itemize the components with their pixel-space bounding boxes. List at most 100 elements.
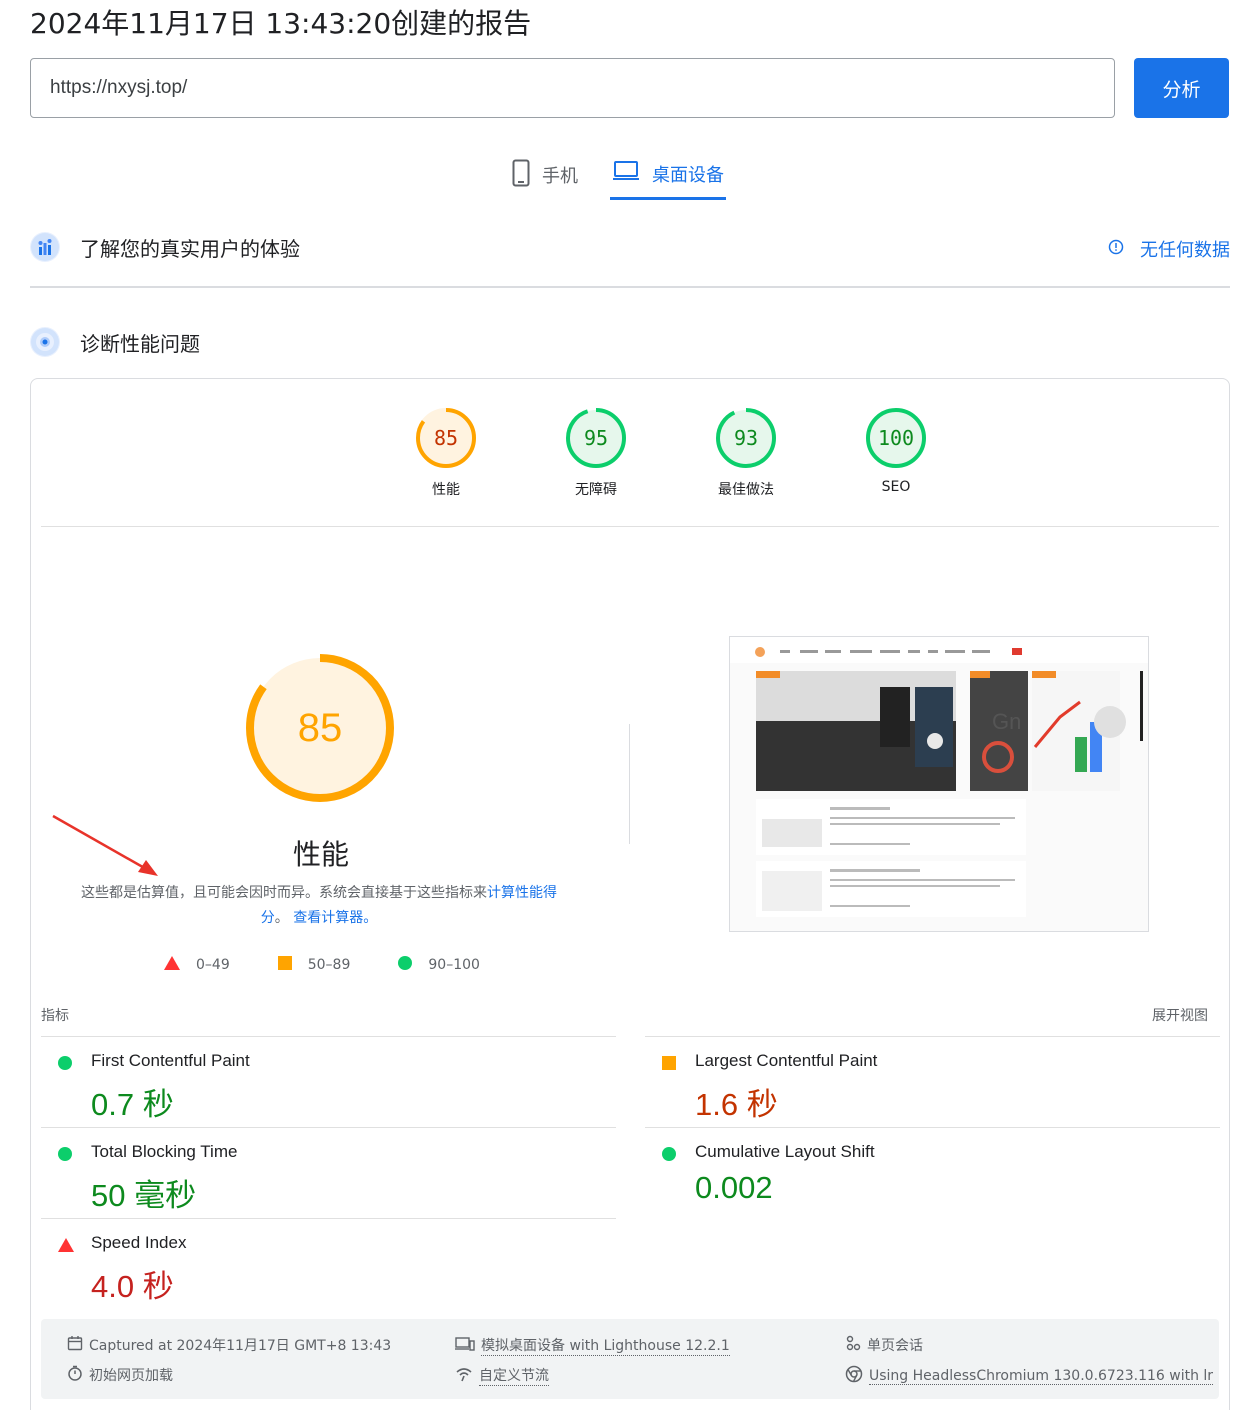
score-legend: 0–49 50–89 90–100 — [164, 956, 480, 974]
svg-text:Gn: Gn — [992, 709, 1021, 734]
no-data-label: 无任何数据 — [1140, 240, 1230, 261]
performance-big-score: 85 — [298, 706, 343, 750]
performance-title: 性能 — [292, 838, 349, 871]
pass-circle-icon — [58, 1146, 72, 1165]
single-session: 单页会话 — [845, 1335, 923, 1355]
session-icon — [845, 1335, 861, 1355]
circle-icon — [398, 956, 413, 974]
gauge-performance-label: 性能 — [432, 482, 460, 498]
fail-triangle-icon — [58, 1237, 74, 1256]
pass-circle-icon — [58, 1055, 72, 1074]
gauge-performance-score: 85 — [434, 426, 458, 450]
gauge-performance[interactable]: 85 性能 — [371, 407, 521, 499]
tab-mobile[interactable]: 手机 — [510, 150, 580, 200]
gauge-best-practices-label: 最佳做法 — [718, 482, 774, 498]
page-screenshot-image: Gn — [730, 637, 1148, 931]
vertical-divider — [629, 724, 630, 844]
legend-pass-range: 90–100 — [428, 957, 480, 973]
square-icon — [277, 956, 292, 974]
legend-fail: 0–49 — [164, 956, 230, 974]
metrics-header: 指标 — [41, 1008, 69, 1024]
devices-icon — [455, 1336, 475, 1356]
legend-fail-range: 0–49 — [196, 957, 230, 973]
average-square-icon — [662, 1055, 676, 1074]
captured-at-text: Captured at 2024年11月17日 GMT+8 13:43 — [89, 1338, 392, 1354]
gauge-accessibility-label: 无障碍 — [575, 482, 617, 498]
metric-fcp: First Contentful Paint 0.7 秒 — [41, 1036, 616, 1127]
report-card: 85 性能 95 无障碍 93 最佳做法 100 SEO 85 性能 这些都是估… — [30, 378, 1230, 1410]
performance-big-gauge: 85 — [246, 654, 394, 802]
expand-view-toggle[interactable]: 展开视图 — [1152, 1005, 1208, 1025]
url-input[interactable] — [50, 77, 1114, 99]
gauge-accessibility-ring: 95 — [566, 408, 626, 468]
gauge-best-practices[interactable]: 93 最佳做法 — [671, 407, 821, 499]
metric-lcp-value: 1.6 秒 — [695, 1087, 778, 1122]
lab-data-section: 诊断性能问题 — [30, 327, 1230, 357]
timer-icon — [67, 1365, 83, 1385]
phone-icon — [512, 159, 530, 192]
url-field[interactable] — [30, 58, 1115, 118]
gauge-performance-ring: 85 — [416, 408, 476, 468]
browser-version-text: Using HeadlessChromium 130.0.6723.116 wi… — [869, 1367, 1214, 1385]
category-gauges: 85 性能 95 无障碍 93 最佳做法 100 SEO — [371, 407, 971, 499]
initial-load: 初始网页加载 — [67, 1365, 173, 1385]
metric-si-value: 4.0 秒 — [91, 1269, 174, 1304]
performance-desc-sep: 。 — [274, 910, 289, 926]
metric-cls: Cumulative Layout Shift 0.002 — [645, 1127, 1220, 1218]
field-data-section: 了解您的真实用户的体验 — [30, 232, 1230, 262]
no-data-indicator[interactable]: 无任何数据 — [1108, 236, 1230, 262]
gauge-best-practices-ring: 93 — [716, 408, 776, 468]
final-screenshot[interactable]: Gn — [729, 636, 1149, 932]
tab-desktop[interactable]: 桌面设备 — [610, 150, 726, 200]
gauge-seo[interactable]: 100 SEO — [821, 407, 971, 499]
users-chart-icon — [30, 232, 60, 262]
device-tabs: 手机 桌面设备 — [510, 150, 726, 200]
initial-load-text: 初始网页加载 — [89, 1368, 173, 1384]
emulated-device[interactable]: 模拟桌面设备 with Lighthouse 12.2.1 — [455, 1335, 730, 1356]
gauge-seo-ring: 100 — [866, 408, 926, 468]
gauge-best-practices-score: 93 — [734, 426, 758, 450]
metric-fcp-value: 0.7 秒 — [91, 1087, 174, 1122]
field-data-title: 了解您的真实用户的体验 — [80, 236, 300, 261]
view-calculator-link[interactable]: 查看计算器。 — [293, 910, 377, 926]
metric-cls-value: 0.002 — [695, 1170, 773, 1205]
metric-lcp: Largest Contentful Paint 1.6 秒 — [645, 1036, 1220, 1127]
metric-si-name: Speed Index — [91, 1233, 187, 1252]
chrome-icon — [845, 1365, 863, 1387]
report-title: 2024年11月17日 13:43:20创建的报告 — [30, 7, 532, 40]
metric-fcp-name: First Contentful Paint — [91, 1051, 250, 1070]
triangle-icon — [164, 956, 180, 974]
performance-description: 这些都是估算值，且可能会因时而异。系统会直接基于这些指标来计算性能得分。 查看计… — [69, 881, 569, 931]
lighthouse-diagnose-icon — [30, 327, 60, 357]
calendar-icon — [67, 1335, 83, 1355]
metric-lcp-name: Largest Contentful Paint — [695, 1051, 878, 1070]
captured-at: Captured at 2024年11月17日 GMT+8 13:43 — [67, 1335, 391, 1355]
info-icon — [1108, 239, 1124, 260]
gauge-accessibility-score: 95 — [584, 426, 608, 450]
network-throttling-text: 自定义节流 — [479, 1365, 549, 1386]
legend-pass: 90–100 — [398, 956, 480, 974]
gauges-divider — [41, 526, 1219, 527]
tab-mobile-label: 手机 — [542, 166, 578, 187]
emulated-device-text: 模拟桌面设备 with Lighthouse 12.2.1 — [481, 1335, 730, 1356]
gauge-accessibility[interactable]: 95 无障碍 — [521, 407, 671, 499]
metric-tbt: Total Blocking Time 50 毫秒 — [41, 1127, 616, 1218]
gauge-seo-label: SEO — [881, 479, 911, 495]
metric-tbt-name: Total Blocking Time — [91, 1142, 238, 1161]
legend-average: 50–89 — [277, 956, 351, 974]
wifi-icon — [455, 1366, 473, 1386]
performance-desc-text: 这些都是估算值，且可能会因时而异。系统会直接基于这些指标来 — [81, 885, 487, 901]
tab-desktop-label: 桌面设备 — [652, 164, 724, 186]
section-divider — [30, 286, 1230, 288]
lab-data-title: 诊断性能问题 — [80, 331, 200, 356]
metric-si: Speed Index 4.0 秒 — [41, 1218, 616, 1309]
laptop-icon — [612, 160, 640, 187]
metric-cls-name: Cumulative Layout Shift — [695, 1142, 875, 1161]
network-throttling[interactable]: 自定义节流 — [455, 1365, 549, 1386]
runtime-settings: Captured at 2024年11月17日 GMT+8 13:43 初始网页… — [41, 1319, 1219, 1399]
legend-average-range: 50–89 — [307, 957, 351, 973]
metric-tbt-value: 50 毫秒 — [91, 1178, 197, 1213]
single-session-text: 单页会话 — [867, 1338, 923, 1354]
analyze-button[interactable]: 分析 — [1134, 58, 1229, 118]
browser-version[interactable]: Using HeadlessChromium 130.0.6723.116 wi… — [845, 1365, 1214, 1387]
